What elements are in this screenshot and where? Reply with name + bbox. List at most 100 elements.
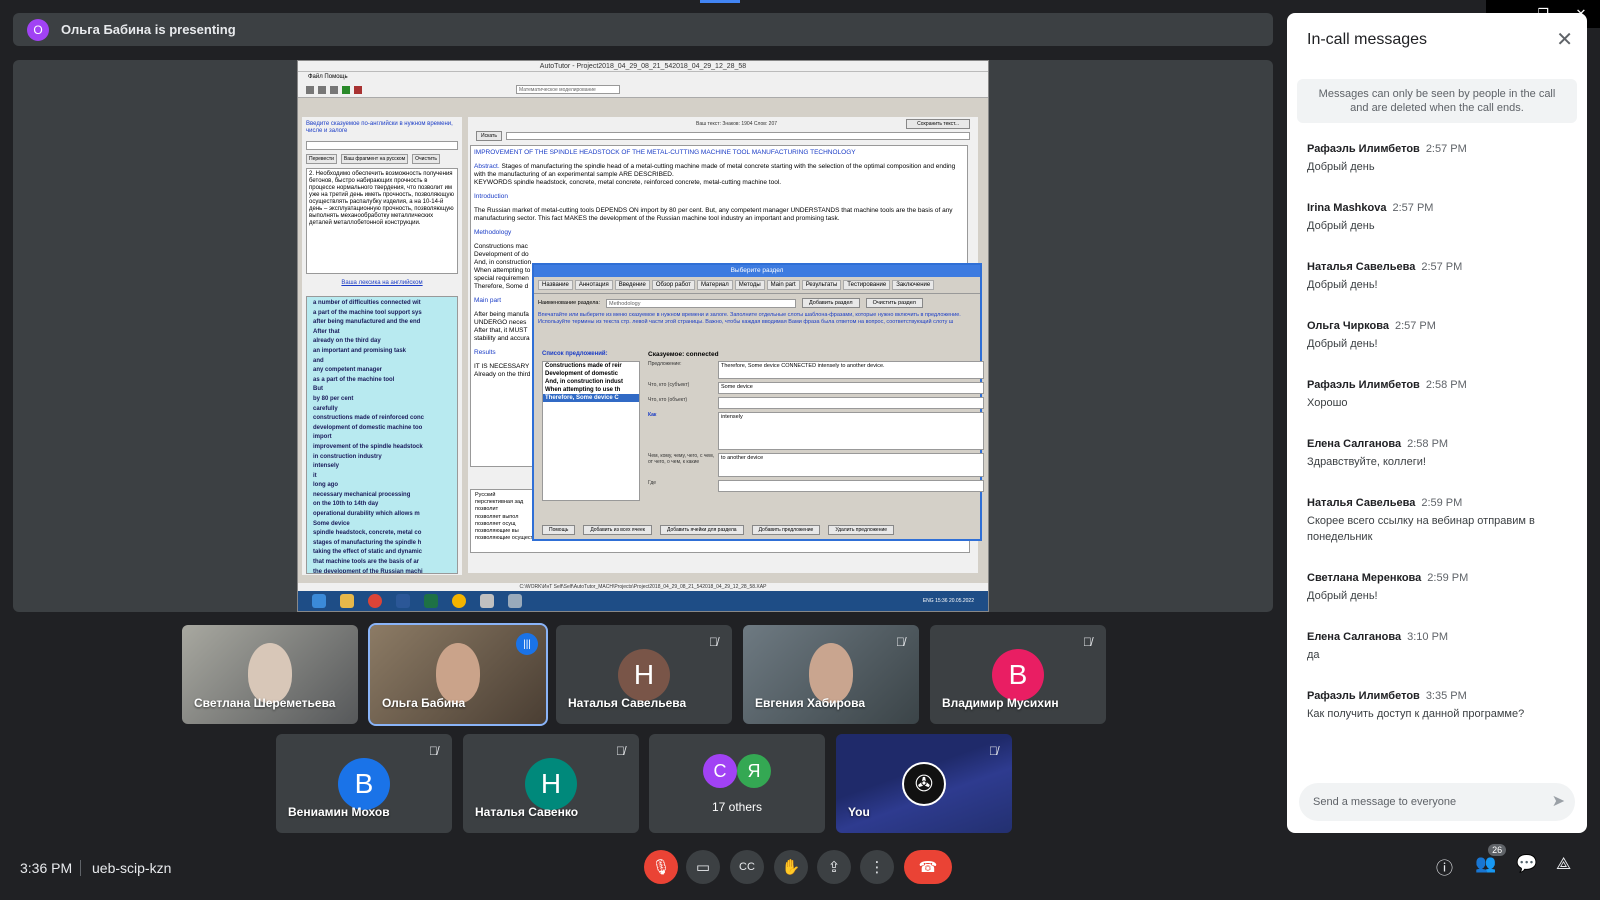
shared-statusbar: C:\WORK\ИнТ Self\Self\AutoTutor_MACH\Pro…: [298, 583, 988, 591]
shared-screen[interactable]: AutoTutor - Project2018_04_29_08_21_5420…: [297, 60, 989, 612]
chat-message-input[interactable]: [1299, 783, 1575, 821]
slot-fields: Предложение: Therefore, Some device CONNE…: [648, 361, 984, 495]
mic-off-icon: 🎙̸: [989, 744, 998, 758]
others-tile[interactable]: С Я 17 others: [649, 734, 825, 833]
speaking-icon: |||: [516, 633, 538, 655]
sender-name: Светлана Меренкова: [1307, 572, 1422, 584]
section-row: Наименование раздела: Methodology Добави…: [534, 294, 980, 312]
doc-abstract: Abstract. Stages of manufacturing the sp…: [474, 163, 956, 186]
message-text: Скорее всего ссылку на вебинар отправим …: [1307, 515, 1535, 543]
activities-icon[interactable]: ⟁: [1556, 854, 1571, 874]
sender-name: Наталья Савельева: [1307, 497, 1416, 509]
participant-video: [248, 643, 292, 703]
people-icon[interactable]: 👥 26: [1475, 844, 1507, 874]
participant-tile[interactable]: Светлана Шереметьева: [182, 625, 358, 724]
camera-toggle-button[interactable]: ▭: [686, 850, 720, 884]
dialog-buttons: Помощь Добавить из всех ячеек Добавить яче…: [542, 525, 895, 535]
participant-tile[interactable]: В 🎙̸ Вениамин Мохов: [276, 734, 452, 833]
mic-toggle-button[interactable]: 🎙: [644, 850, 678, 884]
sender-name: Елена Салганова: [1307, 438, 1402, 450]
choose-section-dialog: Выберите раздел Название Аннотация Введени…: [532, 263, 984, 541]
self-name: You: [848, 805, 870, 819]
present-button[interactable]: ⇪: [817, 850, 851, 884]
participant-tile[interactable]: Н 🎙̸ Наталья Савенко: [463, 734, 639, 833]
message-text: Как получить доступ к данной программе?: [1307, 708, 1525, 720]
vocab-item: Some device: [313, 520, 350, 527]
vocab-item: as a part of the machine tool: [313, 376, 395, 383]
message-time: 2:59 PM: [1427, 572, 1469, 584]
dialog-tab: Аннотация: [574, 280, 613, 290]
dialog-tab: Введение: [614, 280, 650, 290]
doc-results-text: IT IS NECESSARY Already on the third: [474, 363, 531, 378]
others-avatars: С Я: [703, 754, 771, 788]
participant-name: Владимир Мусихин: [942, 696, 1059, 710]
vocab-item: intensely: [313, 463, 340, 470]
participant-tile[interactable]: ||| Ольга Бабина: [368, 623, 548, 726]
mic-off-icon: 🎙̸: [616, 744, 625, 758]
divider: [80, 860, 81, 876]
presenting-text: Ольга Бабина is presenting: [61, 22, 236, 37]
chat-message: Рафаэль Илимбетов 3:35 PM Как получить дос…: [1307, 690, 1572, 722]
others-count: 17 others: [711, 800, 763, 814]
chat-message: Рафаэль Илимбетов 2:57 PM Добрый день: [1307, 143, 1572, 175]
participant-tile[interactable]: В 🎙̸ Владимир Мусихин: [930, 625, 1106, 724]
slot-label: Чем, кому, чему, чего, с чем, от чего, о…: [648, 453, 715, 465]
message-sender: Наталья Савельева 2:59 PM: [1307, 497, 1572, 509]
sender-name: Irina Mashkova: [1307, 202, 1387, 214]
vocab-item: a number of difficulties connected wit: [313, 300, 421, 306]
mic-off-icon: 🎙̸: [896, 635, 905, 649]
slot-value: intensely: [718, 412, 984, 450]
chat-message: Елена Салганова 2:58 PM Здравствуйте, колл…: [1307, 438, 1572, 470]
slot-label: Что, кто (объект): [648, 397, 688, 403]
vocab-item: already on the third day: [313, 338, 381, 345]
captions-button[interactable]: CC: [730, 850, 764, 884]
send-icon[interactable]: ➤: [1552, 791, 1565, 811]
dialog-tabs: Название Аннотация Введение Обзор работ Мате…: [534, 277, 980, 294]
run-icon: [342, 85, 350, 94]
word-icon: [396, 594, 410, 608]
slot-label: Где: [648, 480, 657, 486]
info-icon[interactable]: ⓘ: [1436, 854, 1453, 879]
windows-taskbar: ENG 15:36 20.05.2022: [298, 591, 988, 611]
chat-panel: In-call messages ✕ Messages can only be …: [1287, 13, 1587, 833]
mic-off-icon: 🎙̸: [709, 635, 718, 649]
dialog-button: Добавить предложение: [751, 525, 821, 535]
participant-name: Светлана Шереметьева: [194, 696, 336, 710]
other-avatar: С: [703, 754, 737, 788]
save-text-button: Сохранить текст...: [906, 119, 970, 129]
slot-row: Чем, кому, чему, чего, с чем, от чего, о…: [648, 453, 984, 477]
slot-row: Как intensely: [648, 412, 984, 450]
translate-tab: Перевести: [306, 154, 337, 164]
save-file-icon: [330, 85, 338, 94]
message-sender: Елена Салганова 2:58 PM: [1307, 438, 1572, 450]
russian-fragment: 2. Необходимо обеспечить возможность пол…: [306, 168, 458, 274]
dialog-button: Удалить предложение: [828, 525, 895, 535]
participant-name: Наталья Савенко: [475, 805, 579, 819]
message-sender: Рафаэль Илимбетов 2:57 PM: [1307, 143, 1572, 155]
self-tile[interactable]: ✇ 🎙̸ You: [836, 734, 1012, 833]
slot-value: Some device: [718, 382, 984, 394]
vocab-item: necessary mechanical processing: [313, 491, 411, 498]
chat-icon[interactable]: 💬: [1516, 854, 1537, 874]
mic-off-icon: 🎙̸: [1083, 635, 1092, 649]
vocab-item: operational durability which allows m: [313, 511, 420, 518]
message-text: Здравствуйте, коллеги!: [1307, 456, 1426, 468]
participant-tile[interactable]: Н 🎙̸ Наталья Савельева: [556, 625, 732, 724]
sender-name: Елена Салганова: [1307, 631, 1402, 643]
close-icon[interactable]: ✕: [1556, 27, 1573, 52]
doc-main-text: After being manufa UNDERGO neces After t…: [474, 311, 530, 342]
sender-name: Ольга Чиркова: [1307, 320, 1389, 332]
message-text: Добрый день!: [1307, 279, 1378, 291]
message-time: 2:58 PM: [1407, 438, 1449, 450]
search-button: Искать: [476, 131, 502, 141]
participant-tile[interactable]: 🎙̸ Евгения Хабирова: [743, 625, 919, 724]
leave-call-button[interactable]: ☎: [904, 850, 952, 884]
chrome-icon: [368, 594, 382, 608]
slot-row: Предложение: Therefore, Some device CONNE…: [648, 361, 984, 379]
raise-hand-button[interactable]: ✋: [774, 850, 808, 884]
excel-icon: [424, 594, 438, 608]
subject-combo: Математическое моделирование: [516, 85, 620, 94]
mic-off-icon: 🎙̸: [429, 744, 438, 758]
more-options-button[interactable]: ⋮: [860, 850, 894, 884]
tool-icon: [354, 85, 362, 94]
